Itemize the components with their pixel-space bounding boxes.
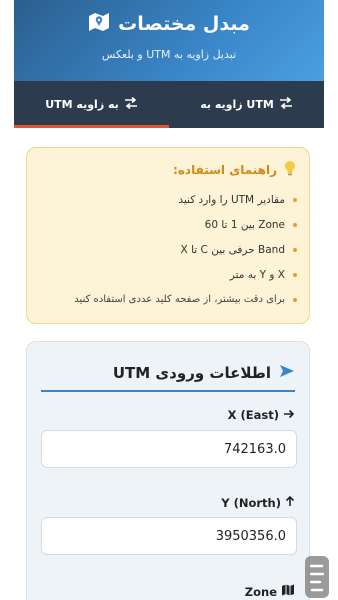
list-item: Zone بین 1 تا 60 — [39, 212, 297, 237]
utm-input-card: اطلاعات ورودی UTM X (East) Y (North) Zon… — [26, 341, 310, 600]
bullet-icon — [293, 197, 297, 202]
bullet-icon — [293, 297, 297, 302]
x-field-label: X (East) — [228, 408, 295, 422]
x-label-text: X (East) — [227, 408, 279, 422]
y-field-label: Y (North) — [221, 495, 295, 510]
app-header: مبدل مختصات تبدیل زاویه به UTM و بلعکس — [14, 0, 324, 81]
list-item: Band حرفی بین C تا X — [39, 237, 297, 262]
arrow-up-icon — [285, 495, 295, 510]
list-item-text: مقادیر UTM را وارد کنید — [178, 193, 285, 206]
card-header: اطلاعات ورودی UTM — [113, 364, 295, 382]
usage-guide-box: راهنمای استفاده: مقادیر UTM را وارد کنید… — [26, 147, 310, 324]
list-item-text: X و Y به متر — [229, 268, 285, 281]
y-north-input[interactable] — [41, 517, 297, 555]
swap-icon — [279, 96, 293, 112]
tab-label: UTM به زاویه — [45, 98, 119, 111]
guide-list: مقادیر UTM را وارد کنید Zone بین 1 تا 60… — [39, 187, 297, 312]
y-label-text: Y (North) — [221, 495, 281, 510]
bullet-icon — [293, 247, 297, 252]
tab-utm-to-angle[interactable]: UTM به زاویه — [14, 81, 169, 128]
lightbulb-icon — [283, 160, 297, 179]
card-title: اطلاعات ورودی UTM — [112, 364, 271, 382]
map-icon — [281, 584, 295, 599]
map-icon — [88, 12, 110, 36]
list-item: مقادیر UTM را وارد کنید — [39, 187, 297, 212]
swap-icon — [124, 96, 138, 112]
list-item: X و Y به متر — [39, 262, 297, 287]
tab-angle-to-utm[interactable]: زاویه به UTM — [169, 81, 324, 128]
app-title: مبدل مختصات — [118, 13, 250, 35]
watermark-logo — [300, 552, 334, 600]
guide-header: راهنمای استفاده: — [39, 160, 297, 179]
zone-field-label: Zone — [245, 584, 295, 599]
list-item-text: برای دقت بیشتر، از صفحه کلید عددی استفاد… — [74, 294, 285, 305]
zone-label-text: Zone — [244, 584, 277, 599]
bullet-icon — [293, 272, 297, 277]
tab-bar: UTM به زاویه زاویه به UTM — [14, 81, 324, 128]
arrow-right-icon — [283, 408, 295, 422]
list-item-text: Band حرفی بین C تا X — [180, 243, 285, 256]
app-subtitle: تبدیل زاویه به UTM و بلعکس — [101, 48, 237, 61]
tab-label: زاویه به UTM — [200, 98, 274, 111]
header-title-row: مبدل مختصات — [14, 12, 324, 36]
guide-title: راهنمای استفاده: — [173, 162, 277, 177]
card-divider — [41, 390, 295, 392]
x-east-input[interactable] — [41, 430, 297, 468]
list-item-text: Zone بین 1 تا 60 — [204, 218, 285, 231]
bullet-icon — [293, 222, 297, 227]
send-icon — [279, 364, 295, 382]
list-item: برای دقت بیشتر، از صفحه کلید عددی استفاد… — [39, 287, 297, 312]
